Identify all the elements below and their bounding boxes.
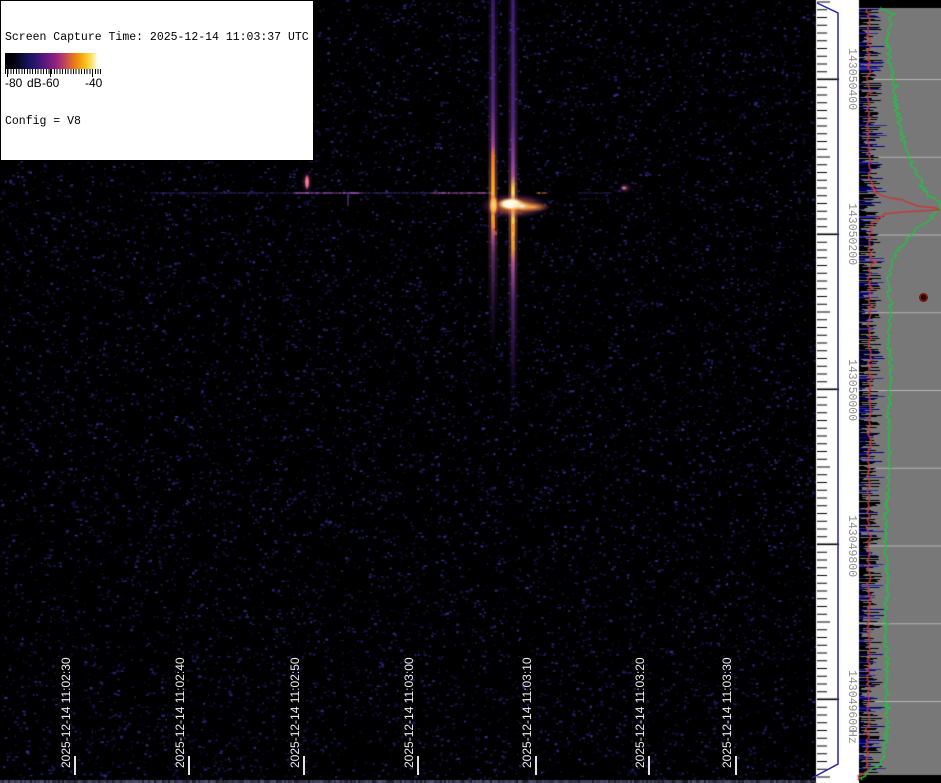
frequency-label: 143050000 — [845, 359, 858, 422]
capture-time-text: Screen Capture Time: 2025-12-14 11:03:37… — [5, 31, 309, 44]
time-label: 2025-12-14 11:03:00 — [402, 657, 416, 768]
db-mid-label: -60 — [42, 76, 60, 90]
config-text: Config = V8 — [5, 115, 81, 128]
db-min-label: -80 — [5, 76, 23, 90]
time-tick — [74, 756, 76, 775]
color-scale-gradient — [5, 53, 103, 69]
time-label: 2025-12-14 11:03:10 — [520, 657, 534, 768]
frequency-label: 143050400 — [845, 48, 858, 111]
spectrum-monitor-screen: Screen Capture Time: 2025-12-14 11:03:37… — [0, 0, 941, 783]
frequency-label: 143049800 — [845, 515, 858, 578]
frequency-unit-label: Hz — [845, 730, 858, 744]
time-label: 2025-12-14 11:03:30 — [720, 657, 734, 768]
time-label: 2025-12-14 11:02:40 — [173, 657, 187, 768]
time-label: 2025-12-14 11:02:30 — [59, 657, 73, 768]
frequency-label: 143049600 — [845, 670, 858, 733]
time-tick — [535, 756, 537, 775]
time-tick — [735, 756, 737, 775]
time-tick — [303, 756, 305, 775]
time-tick — [188, 756, 190, 775]
db-unit-label: dB — [27, 76, 42, 90]
spectrum-marker-dot — [919, 293, 928, 302]
frequency-label: 143050200 — [845, 203, 858, 266]
intensity-color-scale: -80 dB -60 -40 — [5, 53, 103, 91]
time-tick — [417, 756, 419, 775]
time-label: 2025-12-14 11:03:20 — [633, 657, 647, 768]
time-label: 2025-12-14 11:02:50 — [288, 657, 302, 768]
time-tick — [648, 756, 650, 775]
db-max-label: -40 — [85, 76, 103, 90]
color-scale-ticks — [5, 69, 103, 74]
